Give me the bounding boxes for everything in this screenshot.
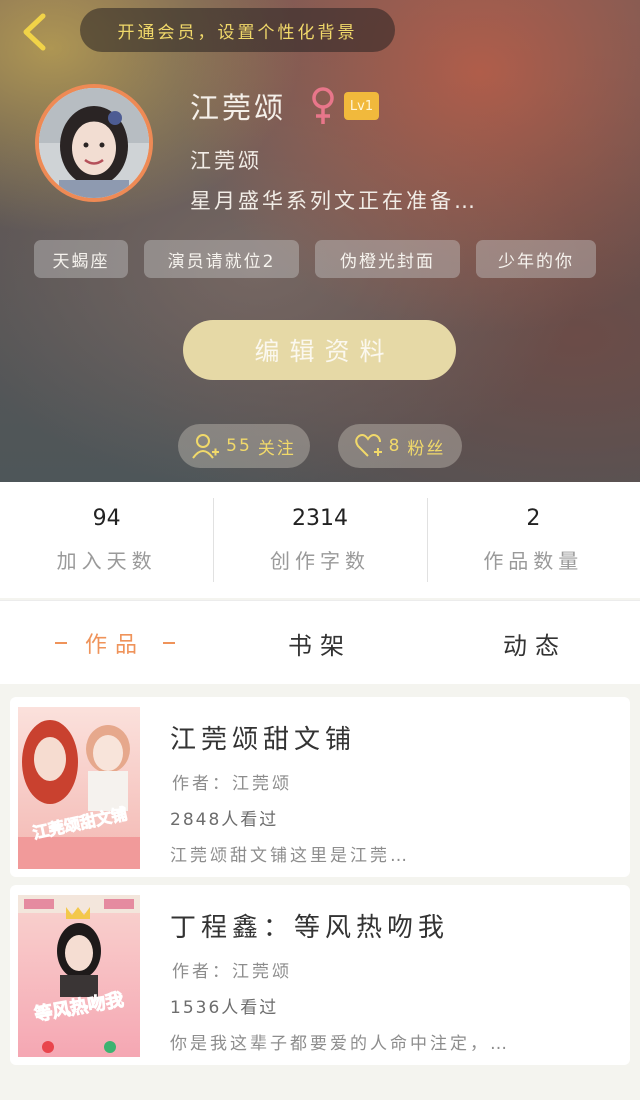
avatar-image [39,88,149,198]
tab-bookshelf[interactable]: 书架 [230,601,410,685]
tab-label: 动态 [503,631,567,660]
stat-label: 创作字数 [269,549,370,573]
tab-activity[interactable]: 动态 [440,601,630,685]
book-card[interactable]: 等风热吻我 丁程鑫：等风热吻我 作者：江莞颂 1536人看过 你是我这辈子都要爱… [10,885,630,1065]
add-user-icon [192,434,220,459]
stat-value: 94 [92,506,121,531]
back-button[interactable] [14,10,54,54]
tab-indicator [54,642,67,644]
book-description: 你是我这辈子都要爱的人命中注定，… [170,1034,510,1054]
stat-label: 加入天数 [56,549,157,573]
tag-item[interactable]: 演员请就位2 [144,240,299,278]
tab-label: 作品 [84,633,145,658]
avatar[interactable] [35,84,153,202]
tag-list: 天蝎座 演员请就位2 伪橙光封面 少年的你 [34,240,614,278]
following-count: 55 [226,436,252,456]
bio: 星月盛华系列文正在准备… [190,189,478,213]
book-views: 2848人看过 [170,810,279,830]
stat-join-days: 94 加入天数 [0,482,213,598]
vip-banner[interactable]: 开通会员，设置个性化背景 [80,8,395,52]
stat-value: 2 [526,506,541,531]
fans-button[interactable]: 8 粉丝 [338,424,462,468]
fans-count: 8 [388,436,402,456]
book-title: 丁程鑫：等风热吻我 [170,913,450,943]
profile-header: 开通会员，设置个性化背景 江莞颂 Lv1 江莞颂 星月盛华系列文正在准备… 天蝎… [0,0,640,482]
profile-tabs: 作品 书架 动态 [0,600,640,684]
book-views: 1536人看过 [170,998,279,1018]
stat-value: 2314 [291,506,348,531]
book-description: 江莞颂甜文铺这里是江莞… [170,846,410,866]
stat-word-count: 2314 创作字数 [213,482,426,598]
following-label: 关注 [257,438,296,459]
level-badge: Lv1 [344,92,379,120]
nickname: 江莞颂 [190,149,262,173]
female-gender-icon [308,84,338,128]
tab-indicator [163,642,175,644]
following-button[interactable]: 55 关注 [178,424,310,468]
tab-label: 书架 [288,631,352,660]
edit-profile-button[interactable]: 编辑资料 [183,320,456,380]
book-card[interactable]: 江莞颂甜文铺 江莞颂甜文铺 作者：江莞颂 2848人看过 江莞颂甜文铺这里是江莞… [10,697,630,877]
stat-works-count: 2 作品数量 [426,482,640,598]
username: 江莞颂 [190,91,287,125]
book-author: 作者：江莞颂 [172,774,292,794]
book-cover[interactable]: 等风热吻我 [18,895,140,1057]
book-title: 江莞颂甜文铺 [170,725,357,755]
fans-label: 粉丝 [407,438,446,459]
tab-works[interactable]: 作品 [20,601,210,685]
tag-item[interactable]: 伪橙光封面 [315,240,460,278]
tag-item[interactable]: 少年的你 [476,240,596,278]
heart-plus-icon [354,434,382,457]
stats-bar: 94 加入天数 2314 创作字数 2 作品数量 [0,482,640,598]
book-cover[interactable]: 江莞颂甜文铺 [18,707,140,869]
tag-item[interactable]: 天蝎座 [34,240,128,278]
stat-label: 作品数量 [483,549,584,573]
book-author: 作者：江莞颂 [172,962,292,982]
chevron-left-icon [23,13,46,51]
